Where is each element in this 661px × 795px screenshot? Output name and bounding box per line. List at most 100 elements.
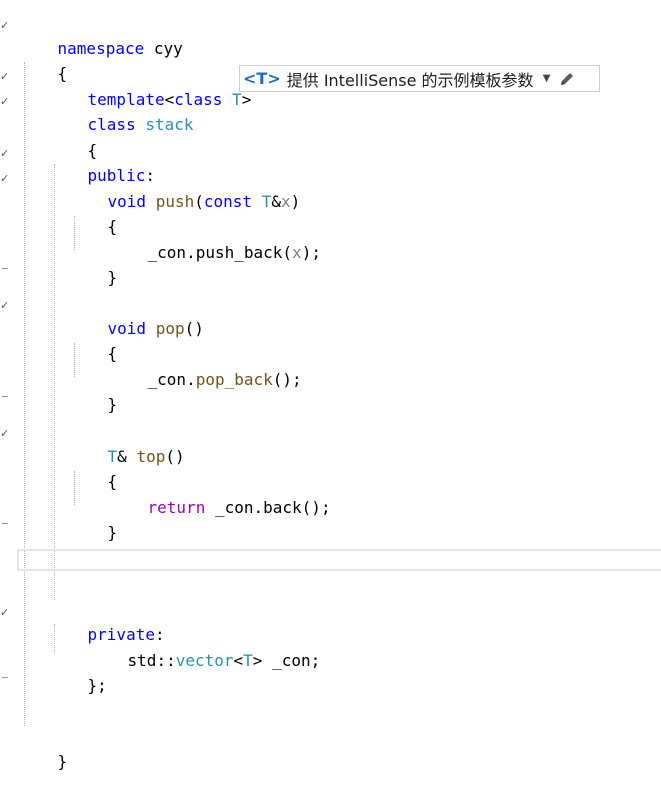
code-line-top-signature[interactable]: T& top() (69, 424, 185, 466)
code-line-pop-signature[interactable]: void pop() (69, 296, 204, 338)
brace: } (57, 752, 68, 771)
template-param-badge: <T> (243, 69, 281, 88)
pencil-icon[interactable] (558, 70, 576, 88)
brace: } (107, 395, 118, 414)
semicolon: ; (320, 498, 331, 517)
collapse-public-icon[interactable]: ✓ (0, 148, 10, 159)
function-name: top (136, 447, 166, 466)
code-line-class[interactable]: class stack (49, 92, 194, 134)
code-line-private[interactable]: private: (49, 602, 165, 644)
code-line-push-signature[interactable]: void push(const T&x) (69, 169, 301, 211)
intellisense-hint-text: 提供 IntelliSense 的示例模板参数 (286, 70, 534, 90)
function-name: push (155, 192, 195, 211)
collapse-template-icon[interactable]: ✓ (0, 71, 10, 82)
template-param: T (243, 651, 253, 670)
member-name: _con (147, 370, 187, 389)
paren: ( (282, 243, 293, 262)
indent-guide (24, 62, 25, 726)
dot: . (186, 370, 196, 389)
member-name: _con (272, 651, 311, 670)
namespace-std: std (127, 651, 157, 670)
dot: . (186, 243, 196, 262)
paren: () (184, 319, 204, 338)
member-name: _con (147, 243, 187, 262)
angle-close: > (252, 651, 263, 670)
function-name: pop (155, 319, 185, 338)
code-line-member-decl[interactable]: std::vector<T> _con; (89, 628, 321, 670)
code-line-pop-body[interactable]: _con.pop_back(); (109, 347, 302, 389)
code-line-template[interactable]: template<class T> (49, 67, 252, 109)
ampersand: & (271, 192, 281, 211)
template-param: T (232, 90, 242, 109)
intellisense-template-bar[interactable]: <T> 提供 IntelliSense 的示例模板参数 ▼ (239, 65, 600, 92)
collapse-push-icon[interactable]: ✓ (0, 173, 10, 184)
paren: () (165, 447, 185, 466)
code-line-class-end[interactable]: }; (49, 653, 107, 695)
paren: () (272, 370, 293, 389)
code-line-namespace[interactable]: namespace cyy (19, 16, 183, 58)
type-name: T (261, 192, 272, 211)
collapse-namespace-icon[interactable]: ✓ (0, 20, 10, 31)
fold-end-marker (2, 268, 8, 269)
code-line-public[interactable]: public: (49, 143, 155, 185)
semicolon: ; (97, 676, 107, 695)
ampersand: & (117, 447, 127, 466)
dot: . (253, 498, 264, 517)
scope-operator: :: (156, 651, 176, 670)
brace: } (107, 523, 118, 542)
collapse-top-icon[interactable]: ✓ (0, 428, 10, 439)
dropdown-arrow-icon[interactable]: ▼ (542, 73, 552, 84)
brace: } (87, 676, 98, 695)
code-line-brace-open[interactable]: { (19, 41, 68, 83)
paren: ( (194, 192, 204, 211)
code-line-brace-open[interactable]: { (69, 194, 118, 236)
code-line-namespace-end[interactable]: } (19, 729, 68, 771)
class-name: stack (145, 115, 194, 134)
type-name: vector (175, 651, 234, 670)
namespace-name: cyy (153, 39, 183, 58)
code-line-brace-close[interactable]: } (69, 245, 118, 287)
semicolon: ; (310, 651, 321, 670)
semicolon: ; (292, 370, 302, 389)
paren: ) (290, 192, 301, 211)
current-line-highlight[interactable] (17, 549, 661, 571)
collapse-class-icon[interactable]: ✓ (0, 96, 10, 107)
code-line-brace-close[interactable]: } (69, 500, 118, 542)
parameter-name: x (280, 192, 291, 211)
collapse-pop-icon[interactable]: ✓ (0, 300, 10, 311)
semicolon: ; (311, 243, 321, 262)
fold-end-marker (2, 523, 8, 524)
keyword-namespace: namespace (57, 39, 145, 58)
method-name: push_back (195, 243, 283, 262)
code-editor[interactable]: ✓ ✓ ✓ ✓ ✓ ✓ ✓ ✓ namespace cyy { template… (0, 0, 661, 776)
member-name: _con (214, 498, 254, 517)
keyword-return: return (147, 498, 206, 517)
code-line-brace-open[interactable]: { (49, 118, 98, 160)
code-line-brace-open[interactable]: { (69, 449, 118, 491)
angle-open: < (233, 651, 244, 670)
angle-close: > (241, 90, 252, 109)
method-name: pop_back (195, 370, 273, 389)
parameter-name: x (292, 243, 302, 262)
code-line-brace-open[interactable]: { (69, 321, 118, 363)
code-line-top-body[interactable]: return _con.back(); (109, 475, 331, 517)
indent-guide (54, 164, 55, 600)
fold-end-marker (2, 677, 8, 678)
fold-end-marker (2, 396, 8, 397)
paren: () (301, 498, 321, 517)
paren: ) (301, 243, 312, 262)
collapse-private-icon[interactable]: ✓ (0, 607, 10, 618)
code-line-brace-close[interactable]: } (69, 372, 118, 414)
keyword-const: const (203, 192, 253, 211)
method-name: back (263, 498, 302, 517)
code-line-push-body[interactable]: _con.push_back(x); (109, 220, 321, 262)
